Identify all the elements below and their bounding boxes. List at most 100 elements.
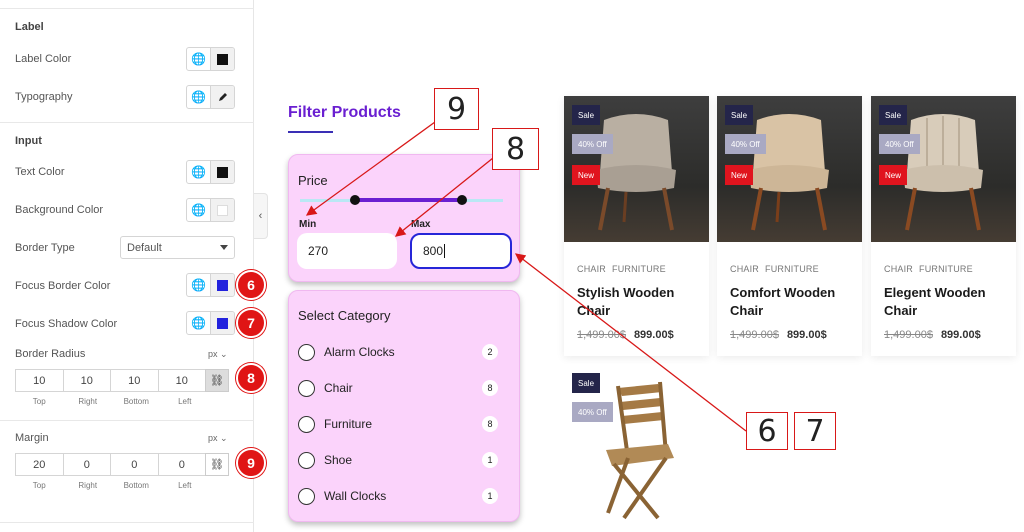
category-item[interactable]: Alarm Clocks 2 [298,342,498,362]
focus-border-color-swatch[interactable] [211,274,234,296]
divider [0,420,254,421]
category-link[interactable]: FURNITURE [765,264,819,274]
category-name: Alarm Clocks [324,345,395,359]
radio-button[interactable] [298,451,315,469]
category-name: Wall Clocks [324,489,387,503]
label-section-heading: Label [15,21,44,33]
category-link[interactable]: FURNITURE [612,264,666,274]
category-item[interactable]: Chair 8 [298,378,498,398]
product-card[interactable]: Sale 40% Off New CHAIR FURNITURE Stylish … [564,96,709,356]
product-card[interactable]: Sale 40% Off New CHAIR FURNITURE Comfort … [717,96,862,356]
category-item[interactable]: Furniture 8 [298,414,498,434]
globe-icon[interactable]: 🌐 [187,48,211,70]
product-image[interactable]: Sale 40% Off [564,364,709,532]
sale-badge: Sale [725,105,754,125]
margin-left[interactable]: 0 [157,453,206,476]
sale-price: 899.00$ [633,329,674,341]
border-radius-left[interactable]: 10 [157,369,206,392]
focus-border-color-label: Focus Border Color [15,280,111,292]
focus-shadow-color-swatch[interactable] [211,312,234,334]
settings-panel: Label Label Color 🌐 Typography 🌐 Input T… [0,0,266,532]
margin-bottom[interactable]: 0 [110,453,159,476]
category-count: 8 [482,380,498,396]
product-categories: CHAIR FURNITURE [884,264,973,274]
product-image[interactable]: Sale 40% Off New [871,96,1016,242]
min-price-input[interactable]: 270 [297,233,397,269]
link-icon[interactable]: ⛓ [205,453,229,476]
price-min-handle[interactable] [350,195,360,205]
product-image[interactable]: Sale 40% Off New [717,96,862,242]
max-price-input[interactable]: 800 [410,233,512,269]
globe-icon[interactable]: 🌐 [187,161,211,183]
product-card[interactable]: Sale 40% Off [564,364,709,532]
border-type-select[interactable]: Default [120,236,235,259]
category-name: Shoe [324,453,353,467]
category-name: Chair [324,381,353,395]
price-max-handle[interactable] [457,195,467,205]
category-item[interactable]: Shoe 1 [298,450,498,470]
category-link[interactable]: FURNITURE [919,264,973,274]
text-color-label: Text Color [15,166,65,178]
product-card[interactable]: Sale 40% Off New CHAIR FURNITURE Elegent … [871,96,1016,356]
sale-badge: Sale [572,105,601,125]
focus-border-color-control[interactable]: 🌐 [186,273,235,297]
armchair-icon [903,114,983,231]
dim-label-top: Top [32,481,46,490]
collapse-panel-button[interactable]: ‹ [254,193,268,239]
new-badge: New [879,165,908,185]
callout-6: 6 [746,412,788,450]
background-color-swatch[interactable] [211,199,234,221]
category-count: 2 [482,344,498,360]
radio-button[interactable] [298,415,315,433]
product-name[interactable]: Stylish Wooden Chair [577,284,702,320]
label-color-control[interactable]: 🌐 [186,47,235,71]
max-label: Max [411,219,431,230]
radio-button[interactable] [298,379,315,397]
globe-icon[interactable]: 🌐 [187,86,211,108]
category-link[interactable]: CHAIR [884,264,913,274]
typography-control[interactable]: 🌐 [186,85,235,109]
category-link[interactable]: CHAIR [730,264,759,274]
product-name[interactable]: Elegent Wooden Chair [884,284,1009,320]
label-color-swatch[interactable] [211,48,234,70]
border-radius-unit-select[interactable]: px ⌄ [208,349,228,360]
border-radius-inputs: 10 10 10 10 ⛓ [15,369,235,392]
price-slider-range [353,198,461,202]
dim-label-right: Right [78,481,98,490]
margin-top[interactable]: 20 [15,453,64,476]
discount-badge: 40% Off [725,134,766,154]
category-filter-card: Select Category Alarm Clocks 2 Chair 8 F… [288,290,520,522]
border-radius-label: Border Radius [15,348,86,360]
text-color-swatch[interactable] [211,161,234,183]
globe-icon[interactable]: 🌐 [187,312,211,334]
focus-shadow-color-control[interactable]: 🌐 [186,311,235,335]
new-badge: New [725,165,754,185]
globe-icon[interactable]: 🌐 [187,274,211,296]
border-radius-top[interactable]: 10 [15,369,64,392]
product-price: 1,499.00$ 899.00$ [884,329,981,341]
radio-button[interactable] [298,343,315,361]
pencil-icon[interactable] [211,86,234,108]
product-name[interactable]: Comfort Wooden Chair [730,284,855,320]
focus-shadow-color-label: Focus Shadow Color [15,318,118,330]
category-count: 1 [482,452,498,468]
radio-button[interactable] [298,487,315,505]
text-color-control[interactable]: 🌐 [186,160,235,184]
border-radius-right[interactable]: 10 [62,369,111,392]
step-badge-8: 8 [236,363,266,393]
category-link[interactable]: CHAIR [577,264,606,274]
background-color-label: Background Color [15,204,104,216]
margin-unit-select[interactable]: px ⌄ [208,433,228,444]
armchair-icon [749,114,829,231]
border-radius-bottom[interactable]: 10 [110,369,159,392]
dim-label-left: Left [178,481,192,490]
armchair-icon [596,114,676,231]
margin-right[interactable]: 0 [62,453,111,476]
product-image[interactable]: Sale 40% Off New [564,96,709,242]
input-section-heading: Input [15,135,42,147]
link-icon[interactable]: ⛓ [205,369,229,392]
new-badge: New [572,165,601,185]
category-item[interactable]: Wall Clocks 1 [298,486,498,506]
globe-icon[interactable]: 🌐 [187,199,211,221]
background-color-control[interactable]: 🌐 [186,198,235,222]
